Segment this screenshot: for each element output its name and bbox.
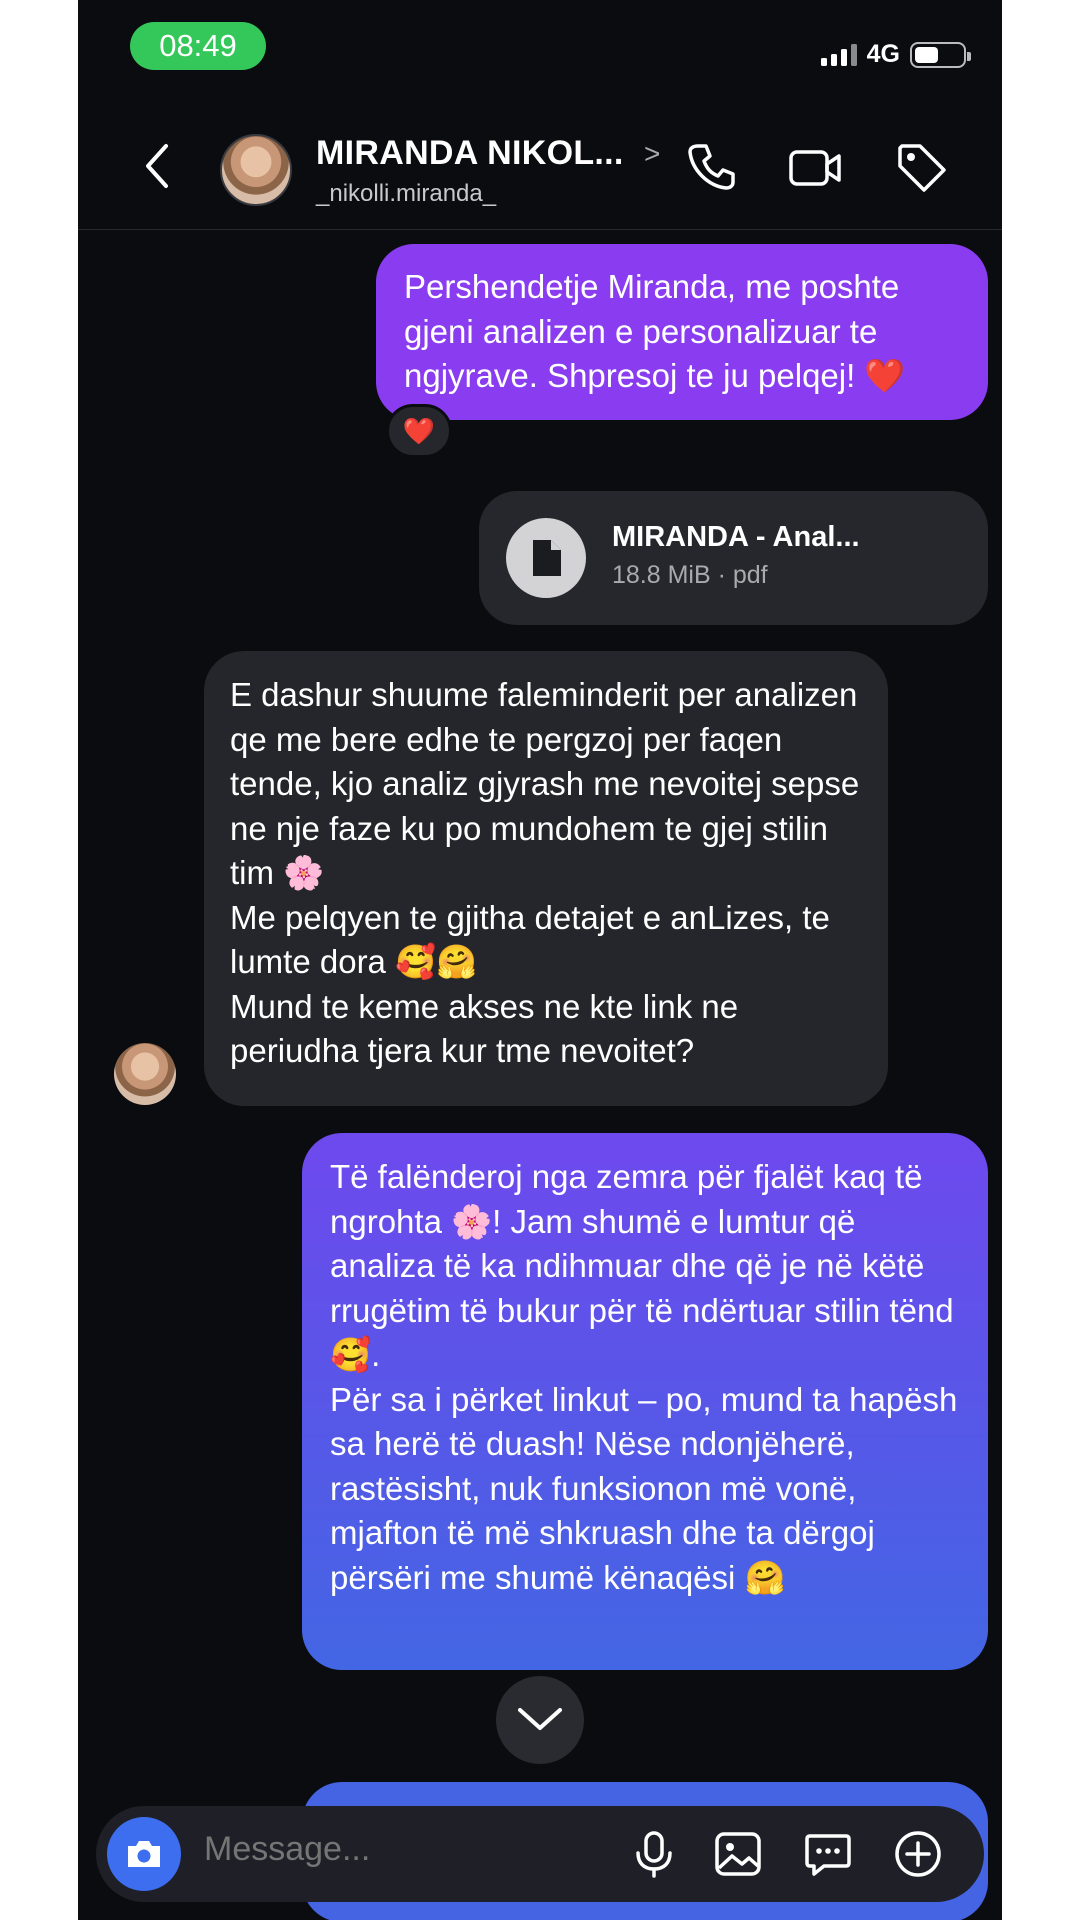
- chevron-down-icon: [518, 1708, 562, 1730]
- scroll-to-bottom-button[interactable]: [496, 1676, 584, 1764]
- camera-button[interactable]: [107, 1817, 181, 1891]
- contact-handle[interactable]: _nikolli.miranda_: [316, 180, 496, 208]
- heart-reaction[interactable]: ❤️: [386, 404, 452, 458]
- status-time: 08:49: [130, 22, 266, 70]
- incoming-message[interactable]: E dashur shuume faleminderit per analize…: [204, 651, 888, 1106]
- gallery-icon[interactable]: [712, 1828, 764, 1880]
- phone-icon[interactable]: [682, 138, 740, 196]
- outgoing-message[interactable]: Të falënderoj nga zemra për fjalët kaq t…: [302, 1133, 988, 1670]
- chat-header: MIRANDA NIKOL... > _nikolli.miranda_: [78, 100, 1002, 230]
- network-label: 4G: [866, 40, 900, 68]
- message-paragraph: Të falënderoj nga zemra për fjalët kaq t…: [330, 1158, 954, 1373]
- message-text: Pershendetje Miranda, me poshte gjeni an…: [404, 268, 906, 394]
- file-name: MIRANDA - Anal...: [612, 521, 860, 553]
- battery-icon: [910, 41, 971, 68]
- contact-avatar[interactable]: [220, 134, 292, 206]
- message-input[interactable]: [204, 1830, 524, 1869]
- message-paragraph: Mund te keme akses ne kte link ne periud…: [230, 987, 739, 1070]
- back-chevron-icon[interactable]: [138, 140, 178, 192]
- message-paragraph: Me pelqyen te gjitha detajet e anLizes, …: [230, 898, 830, 981]
- camera-icon: [128, 1841, 160, 1867]
- status-right: 4G: [820, 40, 971, 69]
- phone-screen: 08:49 4G MIRANDA NIKOL... > _nikolli.mir…: [78, 0, 1002, 1920]
- contact-name[interactable]: MIRANDA NIKOL...: [316, 134, 624, 173]
- document-icon: [506, 518, 586, 598]
- plus-icon[interactable]: [892, 1828, 944, 1880]
- file-meta: 18.8 MiB · pdf: [612, 561, 768, 589]
- outgoing-message[interactable]: Pershendetje Miranda, me poshte gjeni an…: [376, 244, 988, 420]
- battery-level: [915, 46, 938, 63]
- chevron-right-icon[interactable]: >: [644, 138, 660, 170]
- message-paragraph: E dashur shuume faleminderit per analize…: [230, 676, 860, 891]
- signal-icon: [820, 43, 857, 66]
- message-paragraph: Për sa i përket linkut – po, mund ta hap…: [330, 1380, 958, 1596]
- tag-icon[interactable]: [892, 138, 950, 196]
- message-composer: [96, 1806, 984, 1902]
- file-attachment[interactable]: MIRANDA - Anal... 18.8 MiB · pdf: [479, 491, 988, 625]
- video-icon[interactable]: [786, 138, 844, 196]
- microphone-icon[interactable]: [628, 1828, 680, 1880]
- sticker-icon[interactable]: [802, 1828, 854, 1880]
- sender-avatar[interactable]: [114, 1043, 176, 1105]
